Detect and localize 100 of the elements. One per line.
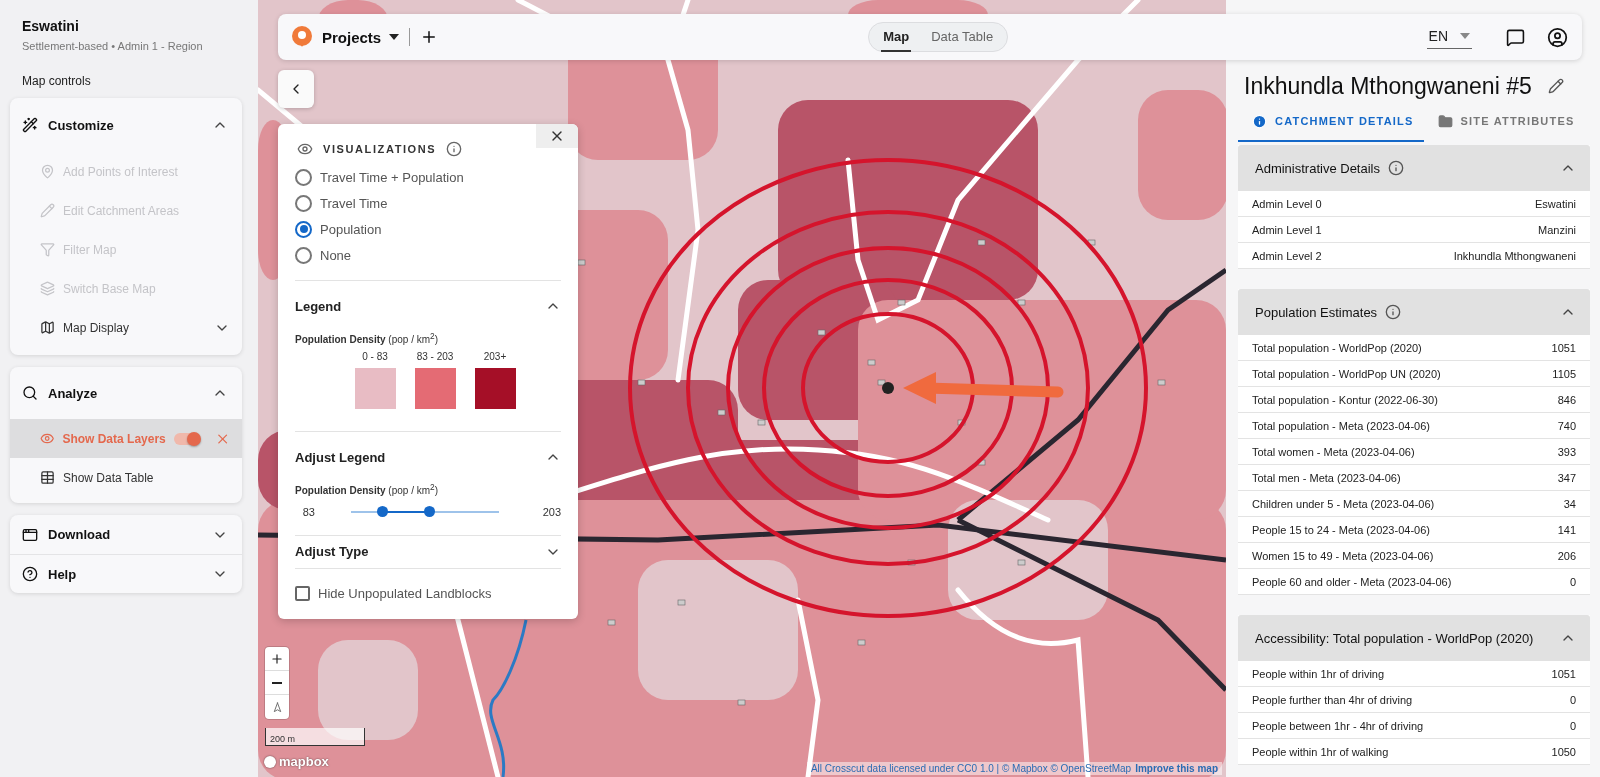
radio-button[interactable] [295,246,312,264]
radio-button[interactable] [295,220,312,238]
group-header[interactable]: Help [10,554,242,593]
wand-icon [22,117,38,133]
row-value: 0 [1569,693,1576,706]
row-value: Eswatini [1535,197,1576,210]
table-icon [40,470,55,485]
row-label: Admin Level 2 [1252,249,1322,262]
row-value: 1105 [1552,367,1576,380]
info-icon[interactable] [446,141,463,157]
row-label: Total population - Meta (2023-04-06) [1252,419,1430,432]
checkbox-option[interactable]: Hide Unpopulated Landblocks [295,568,561,619]
row-label: People 60 and older - Meta (2023-04-06) [1252,575,1452,588]
radio-button[interactable] [295,168,312,186]
sidebar-item[interactable]: Map Display [10,308,242,347]
language-select[interactable]: EN [1426,25,1472,49]
folder-icon [1437,113,1453,129]
group-header[interactable]: Download [10,515,242,554]
caret-icon [389,34,400,40]
radio-option[interactable]: None [295,242,561,268]
section-title: Administrative Details [1255,160,1380,176]
eye-icon [40,431,55,446]
attribution-text: All Crosscut data licensed under CC0 1.0 | © Mapbox © OpenStreetMap [810,763,1132,774]
checkbox[interactable] [295,586,310,602]
section-header[interactable]: Accessibility: Total population - WorldPop (2020) [1238,615,1590,661]
eye-icon [297,141,313,157]
row-label: Total population - WorldPop UN (2020) [1252,367,1441,380]
section-header[interactable]: Adjust Legend [295,432,561,483]
section-title: Accessibility: Total population - WorldPop (2020) [1255,630,1534,646]
radio-option[interactable]: Travel Time [295,190,561,216]
radio-option[interactable]: Population [295,216,561,242]
row-label: People 15 to 24 - Meta (2023-04-06) [1252,523,1430,536]
row-value: 1050 [1551,745,1576,758]
section-header[interactable]: Administrative Details [1238,145,1590,191]
help-icon [22,566,38,582]
slider-thumb[interactable] [424,505,436,517]
filter-icon [40,242,55,257]
row-label: Admin Level 1 [1252,223,1322,236]
view-tab[interactable]: Map [881,22,912,52]
row-value: Manzini [1538,223,1576,236]
slider-max: 203 [541,505,561,518]
view-tab[interactable]: Data Table [929,22,996,52]
account-button[interactable] [1547,26,1568,48]
edit-icon[interactable] [1547,78,1564,94]
info-icon[interactable] [1385,304,1402,320]
map-logo: mapbox [264,754,329,769]
sidebar-item[interactable]: Show Data Table [10,458,242,497]
caret-icon [1460,32,1470,39]
chat-icon [1506,27,1525,47]
compass-icon [271,701,283,713]
close-button[interactable] [536,124,578,148]
radio-option[interactable]: Travel Time + Population [295,164,561,190]
section-header[interactable]: Population Estimates [1238,289,1590,335]
toggle-switch[interactable] [173,432,199,445]
row-value: 0 [1569,719,1576,732]
info-icon [1252,113,1267,129]
tab[interactable]: SITE ATTRIBUTES [1423,102,1585,142]
row-label: Women 15 to 49 - Meta (2023-04-06) [1252,549,1434,562]
logo-icon [292,26,312,48]
chat-button[interactable] [1506,27,1525,47]
slider-heading: Population Density (pop / km$^{2}$) [295,482,439,497]
row-label: People within 1hr of walking [1252,745,1389,758]
row-label: Total population - Kontur (2022-06-30) [1252,393,1438,406]
scale-bar: 200 m [265,728,365,746]
row-value: 1051 [1551,341,1576,354]
section-header[interactable]: Legend [295,281,561,331]
info-icon[interactable] [1388,160,1404,176]
section-label: Map controls [22,74,92,88]
row-label: Total women - Meta (2023-04-06) [1252,445,1415,458]
legend-label: 203+ [483,351,507,363]
window-icon [22,526,38,543]
group-title: Customize [48,117,115,133]
group-title: Download [48,527,112,542]
row-label: People further than 4hr of driving [1252,693,1413,706]
row-value: Inkhundla Mthongwaneni [1453,249,1576,262]
project-title: Eswatini [22,18,80,34]
user-icon [1547,26,1568,48]
row-value: 347 [1557,471,1576,484]
slider-min: 83 [301,505,315,518]
row-label: Total men - Meta (2023-04-06) [1252,471,1401,484]
group-header[interactable]: Customize [10,98,242,152]
tab[interactable]: CATCHMENT DETAILS [1238,102,1424,142]
row-value: 141 [1557,523,1576,536]
plus-icon [270,651,284,666]
section-title: Population Estimates [1255,304,1378,320]
slider-thumb[interactable] [377,505,389,517]
row-label: Total population - WorldPop (2020) [1252,341,1422,354]
row-label: People between 1hr - 4hr of driving [1252,719,1424,732]
group-header[interactable]: Analyze [10,367,242,419]
panel-title: VISUALIZATIONS [323,143,437,155]
row-label: Children under 5 - Meta (2023-04-06) [1252,497,1435,510]
projects-dropdown[interactable]: Projects [322,28,400,46]
radio-button[interactable] [295,194,312,212]
section-header[interactable]: Adjust Type [295,535,561,568]
group-title: Analyze [48,385,99,401]
legend-label: 0 - 83 [362,351,388,363]
row-value: 1051 [1551,667,1576,680]
improve-map-link[interactable]: Improve this map [1135,763,1218,774]
search-icon [22,385,38,401]
project-subtitle: Settlement-based • Admin 1 - Region [22,40,204,52]
